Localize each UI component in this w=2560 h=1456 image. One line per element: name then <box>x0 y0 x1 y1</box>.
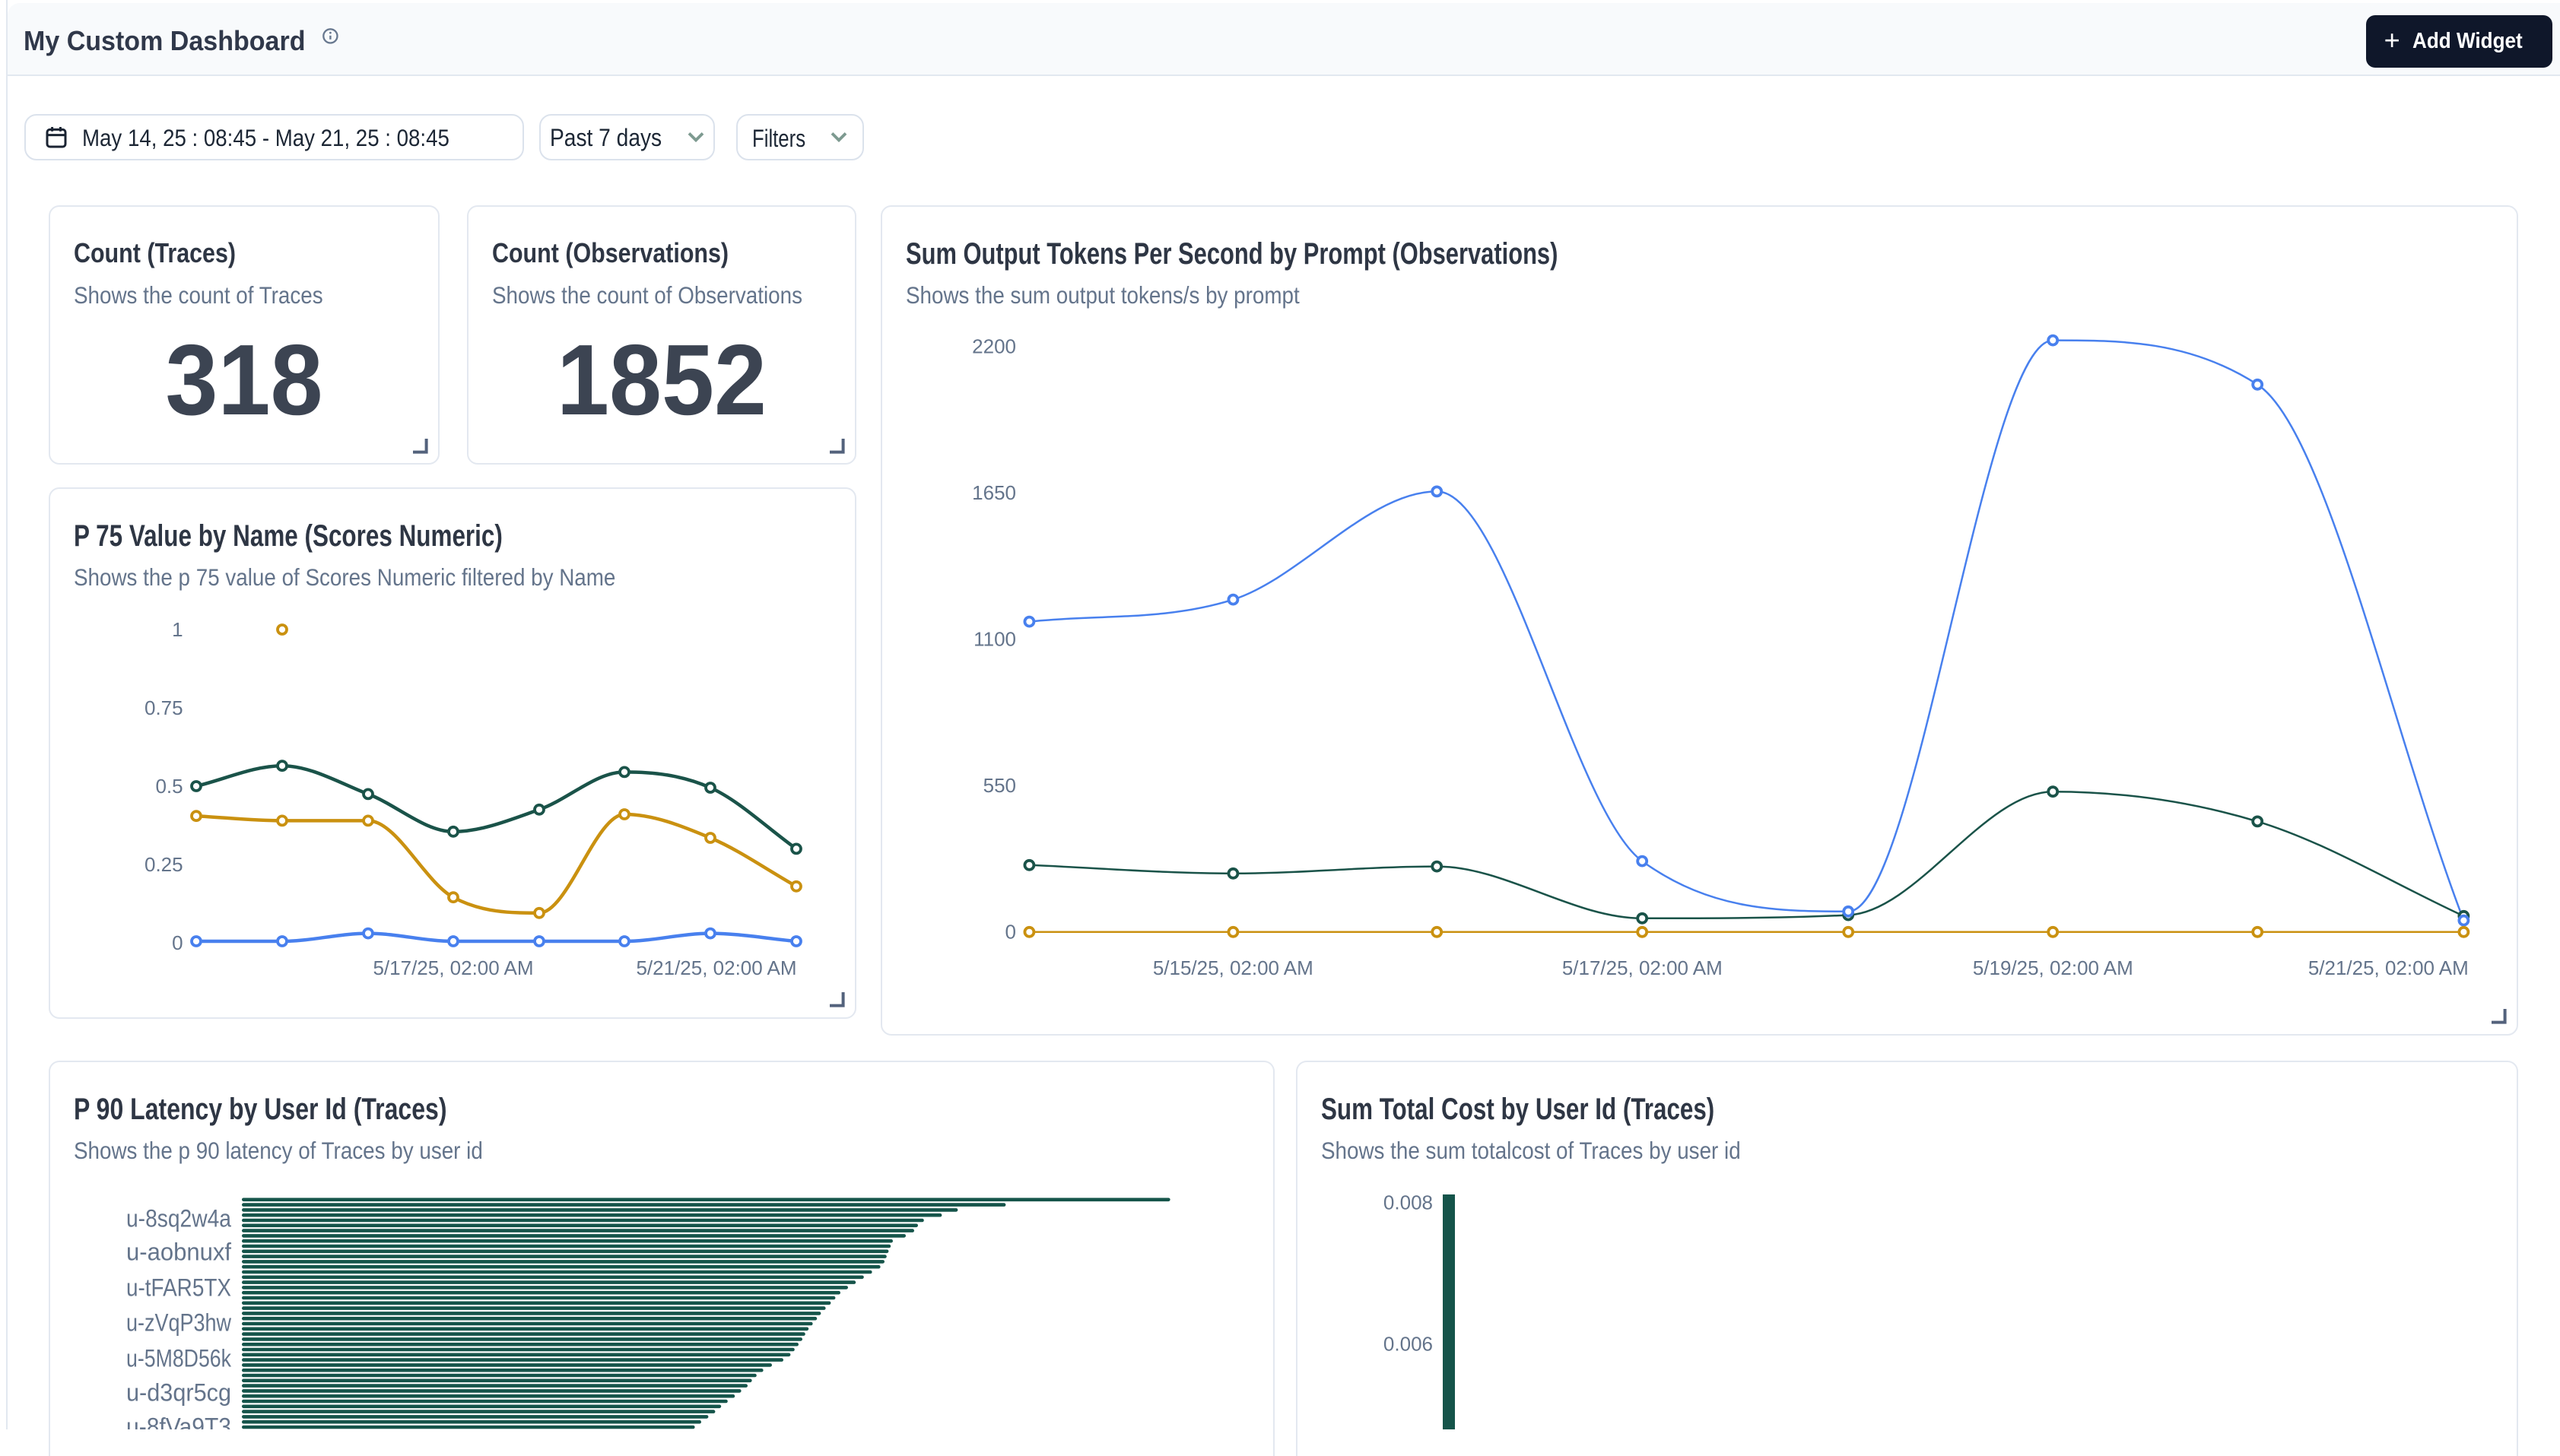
svg-text:1: 1 <box>172 618 183 641</box>
svg-text:0.25: 0.25 <box>145 853 183 876</box>
svg-text:2200: 2200 <box>972 335 1016 358</box>
svg-text:5/19/25, 02:00 AM: 5/19/25, 02:00 AM <box>1973 956 2133 979</box>
svg-text:1100: 1100 <box>973 628 1016 651</box>
svg-text:5/21/25, 02:00 AM: 5/21/25, 02:00 AM <box>636 956 796 979</box>
svg-text:u-5M8D56k: u-5M8D56k <box>126 1344 232 1372</box>
svg-text:0.5: 0.5 <box>155 775 183 798</box>
svg-text:1650: 1650 <box>972 481 1016 504</box>
svg-text:u-8fVa9T3: u-8fVa9T3 <box>126 1413 231 1429</box>
svg-text:0.75: 0.75 <box>145 696 183 719</box>
svg-text:5/17/25, 02:00 AM: 5/17/25, 02:00 AM <box>373 956 533 979</box>
svg-text:550: 550 <box>983 774 1015 797</box>
svg-text:0.006: 0.006 <box>1383 1333 1433 1356</box>
svg-text:0: 0 <box>1005 921 1015 944</box>
svg-text:u-aobnuxf: u-aobnuxf <box>126 1238 232 1266</box>
svg-text:u-tFAR5TX: u-tFAR5TX <box>126 1274 231 1302</box>
svg-text:0.008: 0.008 <box>1383 1191 1433 1214</box>
svg-text:5/17/25, 02:00 AM: 5/17/25, 02:00 AM <box>1562 956 1723 979</box>
svg-text:u-d3qr5cg: u-d3qr5cg <box>126 1378 231 1407</box>
svg-text:u-zVqP3hw: u-zVqP3hw <box>126 1308 231 1337</box>
svg-text:5/21/25, 02:00 AM: 5/21/25, 02:00 AM <box>2308 956 2469 979</box>
svg-text:0: 0 <box>172 931 183 954</box>
svg-text:5/15/25, 02:00 AM: 5/15/25, 02:00 AM <box>1153 956 1313 979</box>
svg-text:u-8sq2w4a: u-8sq2w4a <box>126 1204 232 1232</box>
